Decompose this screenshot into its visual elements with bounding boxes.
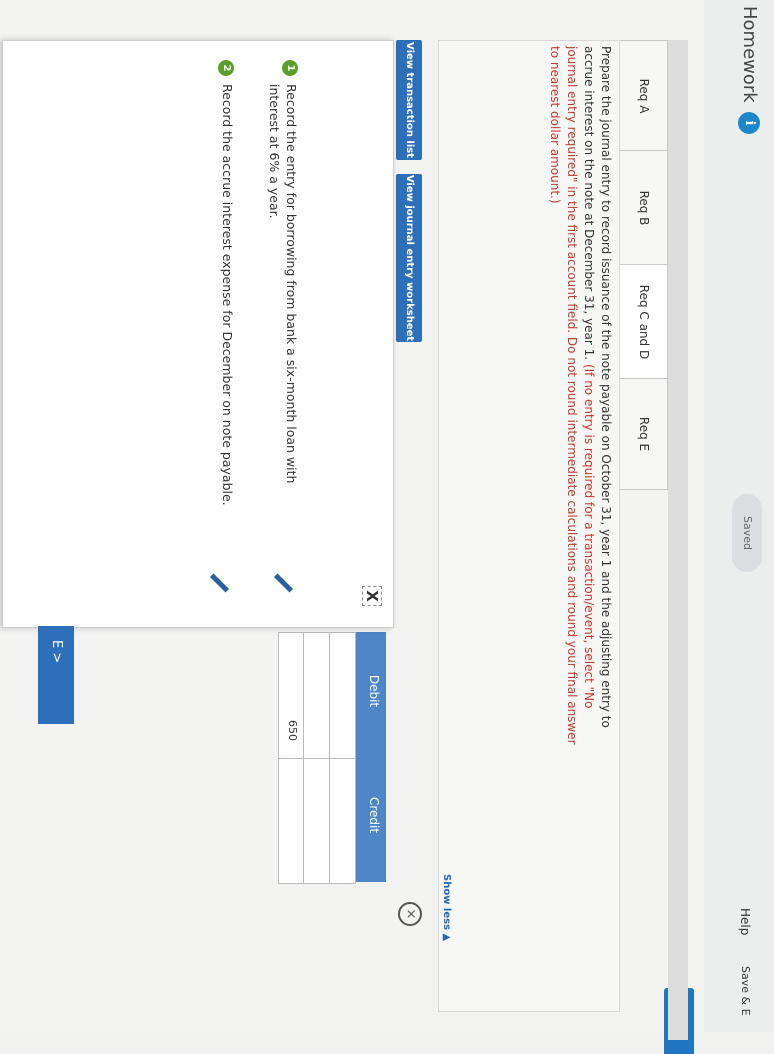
credit-header: Credit bbox=[367, 796, 381, 834]
page-title: Homework bbox=[739, 6, 760, 103]
saved-status-badge: Saved bbox=[732, 494, 762, 572]
save-exit-button[interactable]: Save & E bbox=[739, 966, 752, 1016]
transaction-item-2: Record the accrue interest expense for D… bbox=[220, 84, 235, 506]
transaction-number-badge: 2 bbox=[218, 60, 234, 76]
tab-req-e[interactable]: Req E bbox=[618, 378, 668, 490]
show-less-link[interactable]: Show less ▲ bbox=[441, 874, 452, 941]
column-divider bbox=[278, 758, 356, 759]
circle-close-icon[interactable]: × bbox=[398, 902, 422, 926]
close-icon[interactable]: X bbox=[362, 586, 382, 606]
tabs-bar bbox=[668, 40, 688, 1040]
debit-header: Debit bbox=[367, 674, 381, 708]
tab-req-a[interactable]: Req A bbox=[618, 40, 668, 152]
tab-req-b[interactable]: Req B bbox=[618, 150, 668, 266]
next-button[interactable]: E > bbox=[38, 626, 74, 724]
row-divider bbox=[329, 632, 330, 884]
transaction-number-badge: 1 bbox=[282, 60, 298, 76]
transaction-item-1: Record the entry for borrowing from bank… bbox=[267, 84, 299, 484]
help-link[interactable]: Help bbox=[738, 908, 752, 935]
view-transaction-list-button[interactable]: View transaction list bbox=[396, 40, 422, 160]
rotated-screen: Homework i Saved Help Save & E Che Req A… bbox=[0, 0, 774, 1054]
debit-cell-value: 650 bbox=[286, 720, 299, 741]
info-icon[interactable]: i bbox=[738, 112, 760, 134]
instructions-text: Prepare the journal entry to record issu… bbox=[546, 46, 614, 746]
row-divider bbox=[303, 632, 304, 884]
transaction-list-popup bbox=[2, 40, 394, 628]
view-journal-worksheet-button[interactable]: View journal entry worksheet bbox=[396, 174, 422, 342]
tab-req-c-and-d[interactable]: Req C and D bbox=[618, 264, 668, 380]
